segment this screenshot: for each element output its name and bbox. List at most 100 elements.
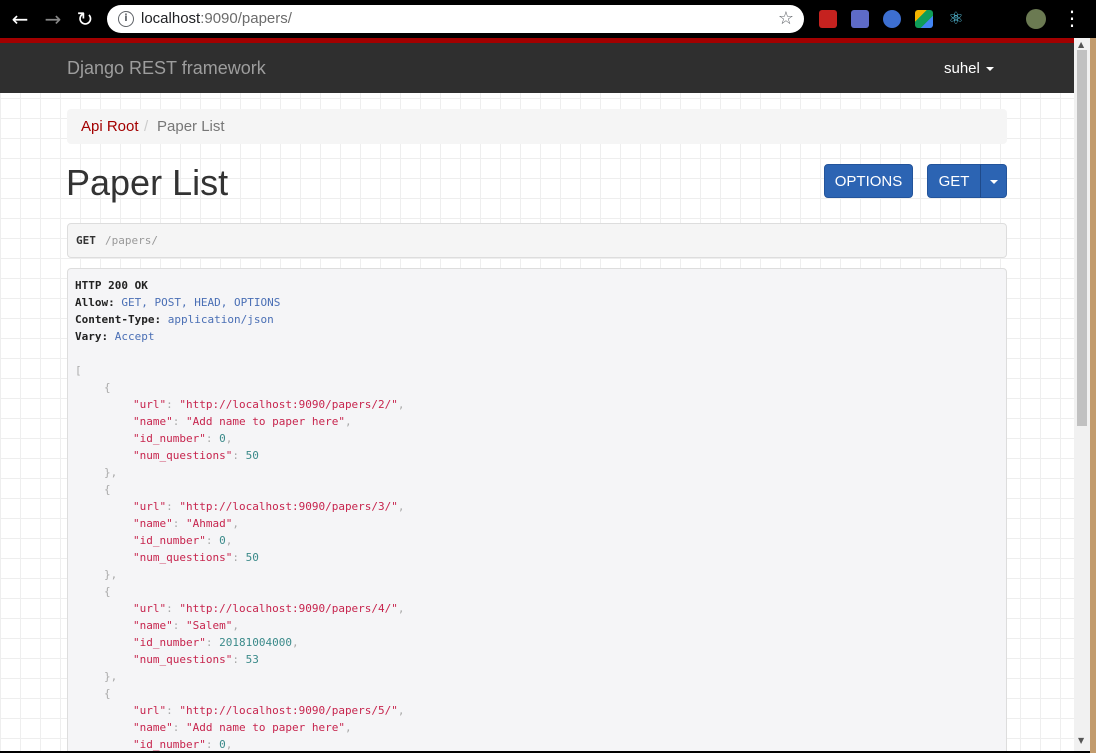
- json-brace: {: [104, 483, 111, 496]
- json-value: 0: [219, 534, 226, 547]
- get-format-dropdown-button[interactable]: [980, 164, 1007, 198]
- json-colon: :: [166, 500, 180, 513]
- json-object-close: },: [104, 566, 117, 583]
- json-object-open: {: [104, 685, 111, 702]
- json-value: "http://localhost:9090/papers/2/": [179, 398, 398, 411]
- header-key: Allow: [75, 296, 109, 309]
- bookmark-star-icon[interactable]: ☆: [778, 8, 794, 29]
- json-comma: ,: [232, 619, 239, 632]
- breadcrumb-api-root[interactable]: Api Root: [81, 118, 139, 135]
- request-method: GET: [76, 234, 96, 247]
- json-colon: :: [172, 517, 186, 530]
- json-value: 50: [245, 449, 259, 462]
- json-key: "num_questions": [133, 449, 233, 462]
- json-field-id_number: "id_number": 0,: [133, 736, 232, 751]
- options-button[interactable]: OPTIONS: [824, 164, 913, 198]
- json-key: "id_number": [133, 738, 206, 751]
- user-name: suhel: [944, 60, 980, 77]
- json-object-close: },: [104, 668, 117, 685]
- breadcrumb: Api Root / Paper List: [67, 109, 1007, 144]
- json-key: "url": [133, 704, 167, 717]
- response-header-line: Vary: Accept: [75, 328, 155, 345]
- brand-link[interactable]: Django REST framework: [67, 58, 266, 79]
- json-value: 20181004000: [219, 636, 292, 649]
- json-colon: :: [166, 704, 180, 717]
- json-field-url: "url": "http://localhost:9090/papers/2/"…: [133, 396, 405, 413]
- back-icon[interactable]: ←: [8, 7, 32, 31]
- json-colon: :: [172, 415, 186, 428]
- get-button[interactable]: GET: [927, 164, 981, 198]
- vertical-scrollbar[interactable]: ▲ ▼: [1074, 38, 1090, 751]
- json-field-num_questions: "num_questions": 50: [133, 447, 259, 464]
- header-value: GET, POST, HEAD, OPTIONS: [121, 296, 281, 309]
- address-bar[interactable]: i localhost:9090/papers/ ☆: [107, 5, 804, 33]
- json-field-name: "name": "Salem",: [133, 617, 239, 634]
- json-comma: ,: [232, 517, 239, 530]
- json-comma: ,: [344, 721, 352, 734]
- json-field-url: "url": "http://localhost:9090/papers/5/"…: [133, 702, 405, 719]
- json-value: "http://localhost:9090/papers/5/": [179, 704, 398, 717]
- json-value: "Ahmad": [186, 517, 233, 530]
- json-colon: :: [205, 432, 220, 445]
- user-menu[interactable]: suhel: [944, 60, 994, 77]
- json-comma: ,: [225, 432, 233, 445]
- json-key: "url": [133, 398, 167, 411]
- browser-toolbar: ← → ↻ i localhost:9090/papers/ ☆ ⚛ ⋮: [0, 0, 1096, 38]
- json-colon: :: [232, 449, 246, 462]
- response-header-line: Content-Type: application/json: [75, 311, 274, 328]
- camera-extension-icon[interactable]: [851, 10, 869, 28]
- reload-icon[interactable]: ↻: [73, 7, 97, 31]
- caret-down-icon: [989, 180, 998, 185]
- json-comma: ,: [225, 534, 233, 547]
- react-devtools-icon[interactable]: ⚛: [947, 10, 965, 28]
- json-value: 0: [219, 738, 226, 751]
- json-colon: :: [205, 738, 220, 751]
- json-comma: ,: [397, 704, 405, 717]
- address-url[interactable]: localhost:9090/papers/: [141, 10, 292, 27]
- json-value: "Add name to paper here": [186, 721, 345, 734]
- json-value: "http://localhost:9090/papers/4/": [179, 602, 398, 615]
- header-key: Vary: [75, 330, 102, 343]
- scroll-down-icon[interactable]: ▼: [1078, 736, 1084, 745]
- request-path: /papers/: [105, 234, 158, 247]
- response-header-line: Allow: GET, POST, HEAD, OPTIONS: [75, 294, 280, 311]
- site-info-icon[interactable]: i: [118, 11, 134, 27]
- header-colon: :: [154, 313, 162, 326]
- json-colon: :: [166, 398, 180, 411]
- meet-extension-icon[interactable]: [883, 10, 901, 28]
- json-object-open: {: [104, 379, 111, 396]
- header-value: application/json: [167, 313, 274, 326]
- profile-avatar[interactable]: [1026, 9, 1046, 29]
- header-value: Accept: [114, 330, 155, 343]
- json-object-open: {: [104, 481, 111, 498]
- json-comma: ,: [225, 738, 233, 751]
- forward-icon[interactable]: →: [41, 7, 65, 31]
- json-field-num_questions: "num_questions": 50: [133, 549, 259, 566]
- request-info: GET /papers/: [67, 223, 1007, 258]
- json-key: "id_number": [133, 636, 206, 649]
- scroll-up-icon[interactable]: ▲: [1078, 40, 1084, 49]
- header-key: Content-Type: [75, 313, 155, 326]
- json-brace: {: [104, 687, 111, 700]
- json-colon: :: [166, 602, 180, 615]
- json-value: "http://localhost:9090/papers/3/": [179, 500, 398, 513]
- json-value: "Salem": [186, 619, 233, 632]
- json-object-open: {: [104, 583, 111, 600]
- json-brace: },: [104, 670, 118, 683]
- breadcrumb-current: Paper List: [157, 118, 225, 135]
- header-colon: :: [101, 330, 109, 343]
- drive-extension-icon[interactable]: [915, 10, 933, 28]
- json-comma: ,: [397, 398, 405, 411]
- json-brace: {: [104, 381, 111, 394]
- json-field-url: "url": "http://localhost:9090/papers/3/"…: [133, 498, 405, 515]
- header-colon: :: [108, 296, 115, 309]
- breadcrumb-separator: /: [144, 118, 149, 135]
- browser-menu-icon[interactable]: ⋮: [1062, 6, 1082, 30]
- gmail-extension-icon[interactable]: [819, 10, 837, 28]
- json-key: "id_number": [133, 534, 206, 547]
- scrollbar-thumb[interactable]: [1077, 50, 1087, 426]
- json-colon: :: [232, 551, 246, 564]
- navbar: Django REST framework suhel: [0, 43, 1074, 93]
- json-value: "Add name to paper here": [186, 415, 345, 428]
- json-key: "num_questions": [133, 551, 233, 564]
